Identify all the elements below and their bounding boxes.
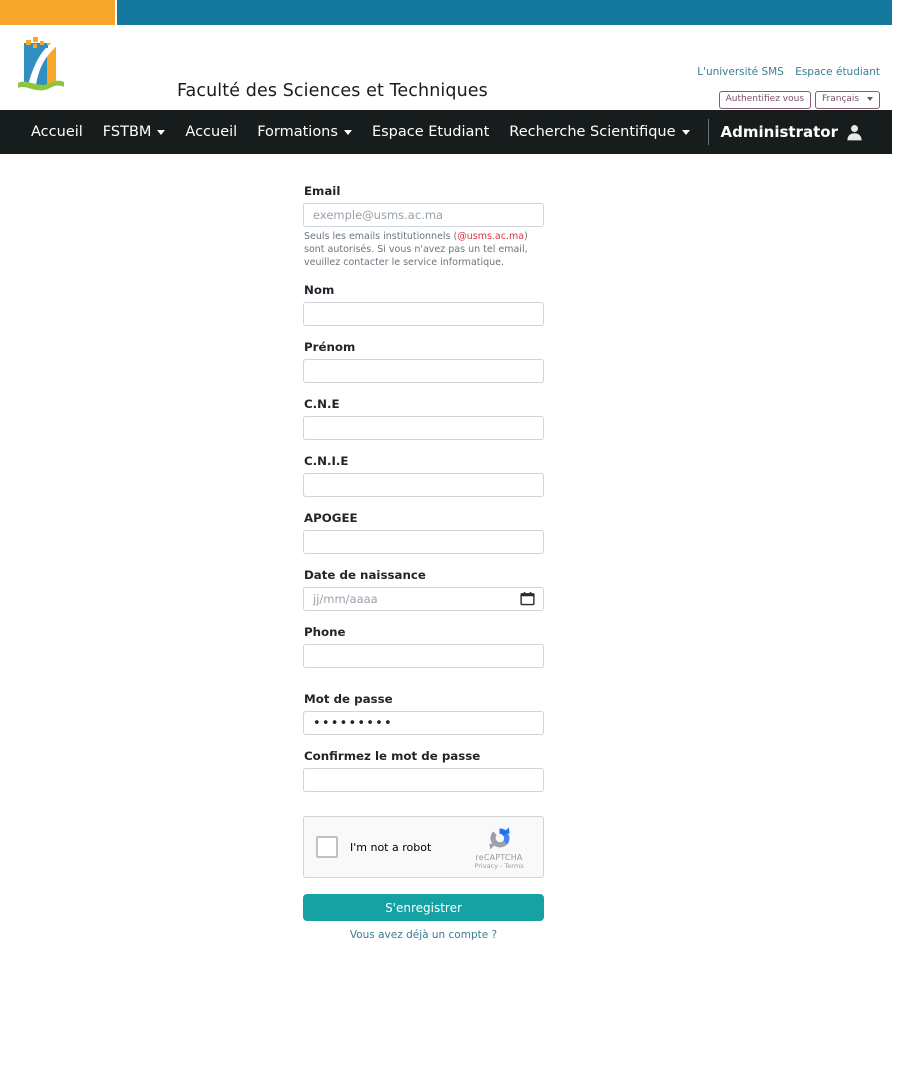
link-espace-etudiant[interactable]: Espace étudiant — [795, 66, 880, 78]
user-menu-label: Administrator — [720, 123, 838, 141]
header-top-links: L'université SMS Espace étudiant — [689, 66, 880, 78]
nav-item-fstbm[interactable]: FSTBM — [93, 124, 176, 140]
page-title: Faculté des Sciences et Techniques — [177, 81, 488, 101]
label-cne: C.N.E — [304, 397, 340, 412]
brand-header: Faculté des Sciences et Techniques L'uni… — [0, 25, 892, 110]
top-color-strip — [0, 0, 892, 25]
label-apogee: APOGEE — [304, 511, 358, 526]
label-password: Mot de passe — [304, 692, 393, 707]
field-group-phone: Phone — [303, 625, 544, 669]
chevron-down-icon — [343, 129, 352, 135]
label-phone: Phone — [304, 625, 346, 640]
field-group-birthdate: Date de naissance — [303, 568, 544, 612]
label-password-confirm: Confirmez le mot de passe — [304, 749, 481, 764]
field-group-cnie: C.N.I.E — [303, 454, 544, 498]
top-strip-orange — [0, 0, 115, 25]
nav-label: Recherche Scientifique — [509, 124, 676, 140]
field-group-prenom: Prénom — [303, 340, 544, 384]
label-nom: Nom — [304, 283, 335, 298]
nav-label: Formations — [257, 124, 338, 140]
fstbm-logo-icon[interactable] — [14, 33, 66, 95]
language-label: Français — [822, 94, 860, 104]
label-cnie: C.N.I.E — [304, 454, 349, 469]
main-navbar: Accueil FSTBM Accueil Formations Espace … — [0, 110, 892, 154]
password-confirm-input[interactable] — [303, 768, 544, 793]
nav-label: Accueil — [31, 124, 83, 140]
language-select-button[interactable]: Français — [815, 91, 880, 109]
registration-page: Faculté des Sciences et Techniques L'uni… — [0, 0, 900, 1080]
link-universite-sms[interactable]: L'université SMS — [697, 66, 784, 78]
recaptcha-brand-name: reCAPTCHA — [475, 853, 523, 863]
submit-register-button[interactable]: S'enregistrer — [303, 894, 544, 922]
recaptcha-terms[interactable]: Privacy - Terms — [464, 862, 534, 870]
birthdate-input[interactable] — [303, 587, 544, 612]
field-group-apogee: APOGEE — [303, 511, 544, 555]
checkbox-icon[interactable] — [316, 836, 338, 859]
birthdate-field-wrapper — [303, 587, 544, 612]
page-content: Email Seuls les emails institutionnels (… — [0, 154, 892, 942]
nav-item-espace-etudiant[interactable]: Espace Etudiant — [362, 124, 499, 140]
nav-item-accueil-2[interactable]: Accueil — [175, 124, 247, 140]
email-input[interactable] — [303, 203, 544, 227]
label-email: Email — [304, 184, 341, 198]
label-prenom: Prénom — [304, 340, 356, 355]
cne-input[interactable] — [303, 416, 544, 441]
recaptcha-label: I'm not a robot — [350, 840, 432, 854]
recaptcha-widget[interactable]: I'm not a robot reCAPTCHA Privacy - Term… — [303, 816, 544, 879]
password-input[interactable]: ••••••••• — [303, 711, 544, 736]
chevron-down-icon — [157, 129, 166, 135]
nav-item-recherche-scientifique[interactable]: Recherche Scientifique — [499, 124, 699, 140]
nav-item-formations[interactable]: Formations — [247, 124, 362, 140]
field-group-password-confirm: Confirmez le mot de passe — [303, 749, 544, 793]
navbar-items: Accueil FSTBM Accueil Formations Espace … — [21, 119, 871, 145]
help-domain: @usms.ac.ma — [457, 231, 525, 242]
top-strip-blue — [117, 0, 892, 25]
user-avatar-icon — [845, 123, 864, 142]
nom-input[interactable] — [303, 302, 544, 327]
apogee-input[interactable] — [303, 530, 544, 555]
prenom-input[interactable] — [303, 359, 544, 384]
help-prefix: Seuls les emails institutionnels ( — [304, 231, 458, 242]
label-birthdate: Date de naissance — [304, 568, 426, 583]
recaptcha-brand: reCAPTCHA Privacy - Terms — [464, 825, 534, 870]
cnie-input[interactable] — [303, 473, 544, 498]
field-group-nom: Nom — [303, 283, 544, 327]
nav-label: FSTBM — [102, 124, 152, 140]
chevron-down-icon — [681, 129, 690, 135]
user-menu[interactable]: Administrator — [721, 123, 871, 142]
nav-item-accueil[interactable]: Accueil — [21, 124, 93, 140]
field-group-cne: C.N.E — [303, 397, 544, 441]
field-group-password: Mot de passe ••••••••• — [303, 692, 544, 736]
registration-form: Email Seuls les emails institutionnels (… — [303, 184, 544, 941]
nav-divider — [707, 119, 709, 145]
email-help-text: Seuls les emails institutionnels (@usms.… — [304, 231, 542, 269]
header-buttons: Authentifiez vous Français — [718, 91, 880, 109]
nav-label: Accueil — [185, 124, 238, 140]
nav-label: Espace Etudiant — [371, 124, 490, 140]
phone-input[interactable] — [303, 644, 544, 669]
chevron-down-icon — [867, 96, 873, 101]
field-group-email: Email Seuls les emails institutionnels (… — [303, 184, 544, 269]
recaptcha-logo-icon — [464, 825, 534, 852]
existing-account-link[interactable]: Vous avez déjà un compte ? — [303, 929, 544, 941]
authenticate-button[interactable]: Authentifiez vous — [718, 91, 812, 109]
